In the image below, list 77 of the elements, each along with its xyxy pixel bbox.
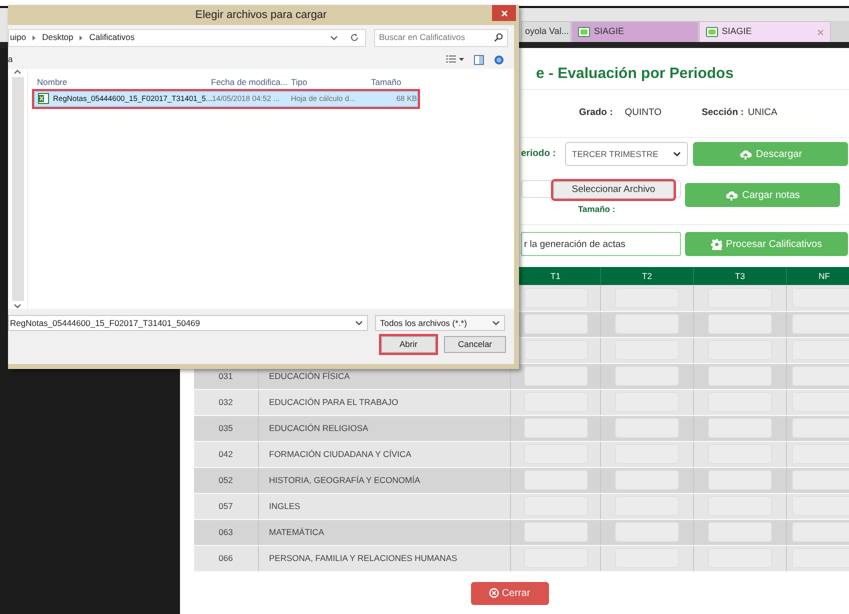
dialog-button[interactable]: Cancelar	[444, 336, 506, 353]
chevron-down-icon	[492, 320, 500, 326]
browser-tab[interactable]: SIAGIE	[571, 21, 699, 42]
course-code: 052	[194, 467, 258, 493]
chevron-right-icon	[32, 34, 36, 40]
course-name: EDUCACIÓN RELIGIOSA	[258, 415, 510, 441]
scroll-down-icon[interactable]	[14, 304, 21, 309]
search-field[interactable]: Buscar en Calificativos	[374, 28, 508, 46]
grade-input[interactable]	[524, 288, 588, 308]
column-header[interactable]: Tamaño	[371, 76, 419, 89]
help-icon[interactable]	[494, 54, 504, 64]
spreadsheet-file-icon	[38, 93, 49, 104]
course-name: PERSONA, FAMILIA Y RELACIONES HUMANAS	[258, 545, 510, 571]
course-code: 066	[194, 545, 258, 571]
course-name: FORMACIÓN CIUDADANA Y CÍVICA	[258, 441, 510, 467]
address-bar[interactable]: uipo Desktop Calificativos	[8, 28, 366, 46]
course-code: 042	[194, 441, 258, 467]
file-type-select[interactable]: Todos los archivos (*.*)	[375, 315, 505, 331]
course-code: 063	[194, 519, 258, 545]
course-name: HISTORIA, GEOGRAFÍA Y ECONOMÍA	[258, 467, 510, 493]
toolbar-label: a	[8, 53, 13, 66]
breadcrumb-item[interactable]: uipo	[10, 31, 26, 44]
close-circle-icon	[488, 588, 499, 598]
course-name: MATEMÁTICA	[258, 519, 510, 545]
breadcrumb-item[interactable]: Desktop	[42, 31, 74, 44]
scroll-up-icon[interactable]	[14, 69, 21, 74]
file-name-field[interactable]: RegNotas_05444600_15_F02017_T31401_50469	[8, 315, 368, 331]
period-select[interactable]: TERCER TRIMESTRE	[565, 142, 688, 166]
cloud-upload-icon	[738, 148, 752, 160]
view-list-icon[interactable]	[446, 55, 464, 64]
size-label: Tamaño :	[578, 203, 616, 216]
page-icon	[706, 27, 718, 37]
text-field[interactable]: r la generación de actas	[521, 232, 681, 256]
close-icon[interactable]	[817, 28, 824, 36]
course-code: 032	[194, 389, 258, 415]
preview-pane-icon[interactable]	[474, 54, 484, 64]
file-input[interactable]: Seleccionar Archivo	[521, 180, 681, 198]
field-value: UNICA	[748, 106, 778, 120]
browser-tab[interactable]: oyola Val...	[521, 21, 571, 42]
refresh-icon[interactable]	[350, 33, 359, 42]
chevron-down-icon	[330, 34, 338, 40]
course-code: 057	[194, 493, 258, 519]
dialog-button[interactable]: Abrir	[381, 336, 436, 353]
chevron-down-icon	[355, 320, 363, 326]
new-tab-button[interactable]	[831, 21, 849, 42]
course-name: EDUCACIÓN PARA EL TRABAJO	[258, 389, 510, 415]
column-header: NF	[786, 267, 849, 285]
breadcrumb-item[interactable]: Calificativos	[89, 31, 135, 44]
period-label: eriodo :	[521, 146, 557, 161]
search-input[interactable]: Buscar en Calificativos	[379, 31, 489, 44]
cloud-upload-icon	[725, 190, 738, 200]
close-button[interactable]	[492, 5, 516, 21]
field-value: QUINTO	[624, 106, 662, 120]
page-icon	[578, 27, 590, 37]
field-label: Sección :	[702, 106, 744, 120]
select-file-button[interactable]: Seleccionar Archivo	[553, 181, 674, 199]
scrollbar[interactable]	[12, 77, 24, 301]
chevron-right-icon	[79, 34, 84, 40]
column-header[interactable]: Tipo	[291, 76, 371, 89]
grade-input[interactable]	[524, 314, 588, 334]
column-header[interactable]: Fecha de modifica...	[211, 76, 291, 89]
grade-input[interactable]	[524, 366, 588, 386]
field-label: Grado :	[579, 106, 613, 120]
close-button[interactable]: Cerrar	[470, 582, 548, 604]
column-header[interactable]: Nombre	[37, 76, 211, 89]
browser-tab[interactable]: SIAGIE	[698, 21, 832, 42]
search-icon	[494, 33, 503, 42]
column-header: T3	[694, 267, 786, 285]
grade-input[interactable]	[524, 340, 588, 360]
close-icon	[500, 10, 508, 16]
gear-icon	[710, 238, 722, 250]
course-code: 035	[194, 415, 258, 441]
course-name: INGLES	[258, 493, 510, 519]
chevron-down-icon	[673, 151, 681, 157]
dialog-title: Elegir archivos para cargar	[195, 8, 327, 23]
page-title: e - Evaluación por Periodos	[535, 64, 734, 84]
column-header: T2	[600, 267, 694, 285]
